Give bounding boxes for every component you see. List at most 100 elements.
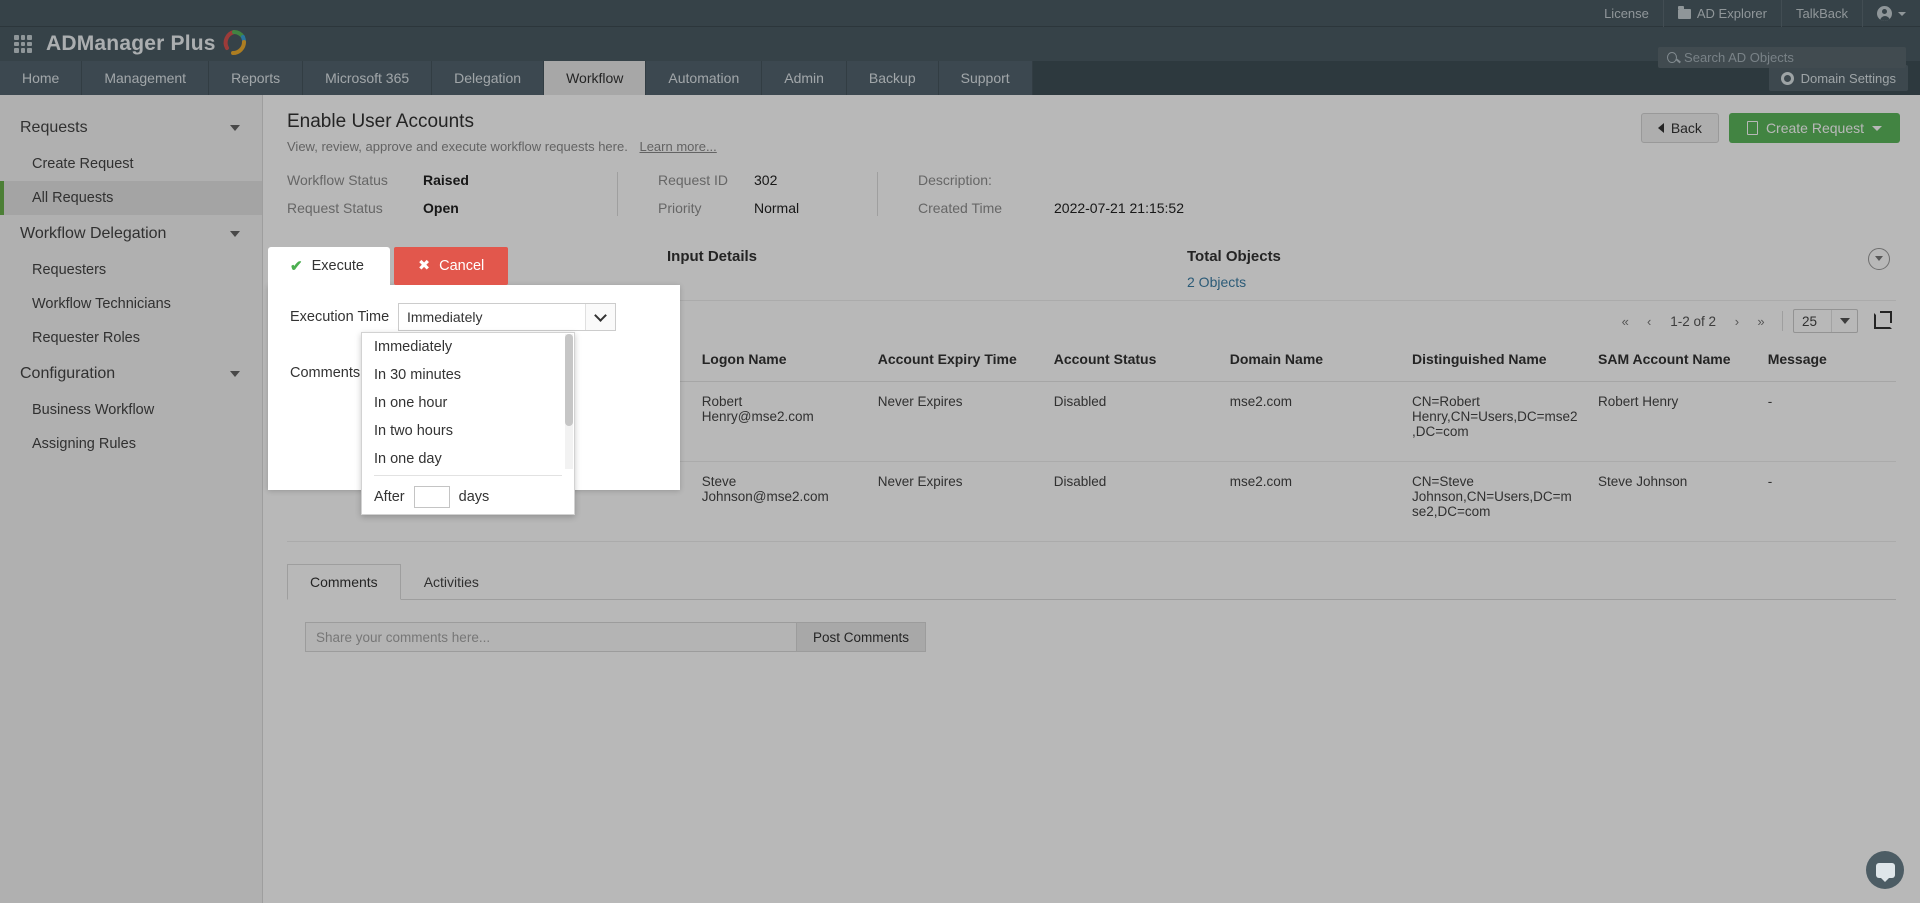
nav-label: Microsoft 365	[325, 70, 410, 86]
search-input[interactable]	[1684, 50, 1906, 65]
execute-dialog: ✔ Execute ✖ Cancel Execution Time Immedi…	[268, 247, 680, 515]
workflow-status-value: Raised	[423, 172, 469, 188]
sidebar-item-requester-roles[interactable]: Requester Roles	[0, 321, 262, 355]
sidebar-item-workflow-technicians[interactable]: Workflow Technicians	[0, 287, 262, 321]
after-days-input[interactable]	[413, 486, 450, 508]
column-account-status[interactable]: Account Status	[1043, 341, 1220, 382]
sidebar-group-label: Requests	[20, 119, 88, 136]
last-page-button[interactable]: »	[1750, 310, 1772, 332]
sidebar-item-label: Workflow Technicians	[32, 296, 171, 312]
sidebar-item-create-request[interactable]: Create Request	[0, 147, 262, 181]
export-icon[interactable]	[1874, 311, 1892, 329]
cell-sam-account-name: Steve Johnson	[1588, 461, 1758, 542]
post-comments-button[interactable]: Post Comments	[797, 622, 927, 652]
sidebar-item-business-workflow[interactable]: Business Workflow	[0, 393, 262, 427]
workflow-status-label: Workflow Status	[287, 172, 388, 188]
sidebar-group-configuration[interactable]: Configuration	[0, 355, 262, 393]
nav-tab-microsoft-365[interactable]: Microsoft 365	[303, 61, 433, 95]
prev-page-button[interactable]: ‹	[1638, 310, 1660, 332]
column-logon-name[interactable]: Logon Name	[691, 341, 868, 382]
nav-label: Home	[22, 70, 60, 86]
option-in-30-minutes[interactable]: In 30 minutes	[362, 361, 574, 389]
cancel-button[interactable]: ✖ Cancel	[393, 247, 509, 285]
document-add-icon	[1746, 121, 1758, 135]
priority-value: Normal	[754, 200, 800, 216]
ad-explorer-link[interactable]: AD Explorer	[1662, 0, 1781, 27]
chevron-down-icon	[230, 231, 240, 237]
days-label: days	[458, 489, 490, 505]
check-icon: ✔	[290, 257, 303, 275]
sidebar-item-label: Requester Roles	[32, 330, 140, 346]
dropdown-scrollbar-thumb[interactable]	[565, 334, 573, 426]
execution-time-select[interactable]: Immediately	[398, 303, 616, 331]
collapse-panel-icon[interactable]	[1868, 248, 1890, 270]
cell-logon-name: Steve Johnson@mse2.com	[691, 461, 868, 542]
learn-more-link[interactable]: Learn more...	[639, 139, 716, 154]
chat-support-button[interactable]	[1866, 851, 1904, 889]
sidebar-group-label: Configuration	[20, 365, 116, 382]
create-request-button[interactable]: Create Request	[1728, 113, 1900, 143]
nav-tab-home[interactable]: Home	[0, 61, 83, 95]
priority-row: Priority Normal	[658, 200, 837, 216]
chevron-down-icon	[1898, 11, 1906, 16]
sidebar-group-requests[interactable]: Requests	[0, 109, 262, 147]
domain-settings-button[interactable]: Domain Settings	[1768, 65, 1908, 91]
status-column-2: Request ID 302 Priority Normal	[617, 172, 877, 216]
license-link[interactable]: License	[1590, 0, 1663, 27]
talkback-link[interactable]: TalkBack	[1780, 0, 1862, 27]
workflow-status-row: Workflow Status Raised	[287, 172, 577, 188]
total-objects-label: Total Objects	[1187, 248, 1281, 265]
page-header: Enable User Accounts View, review, appro…	[263, 95, 1920, 164]
cell-message: -	[1757, 381, 1896, 462]
sidebar-item-assigning-rules[interactable]: Assigning Rules	[0, 427, 262, 461]
execute-dialog-body: Execution Time Immediately Immediately I…	[268, 285, 680, 515]
column-sam-account-name[interactable]: SAM Account Name	[1588, 341, 1758, 382]
option-in-one-day[interactable]: In one day	[362, 445, 574, 470]
option-in-one-hour[interactable]: In one hour	[362, 389, 574, 417]
nav-label: Workflow	[566, 70, 624, 86]
column-distinguished-name[interactable]: Distinguished Name	[1401, 341, 1588, 382]
execute-tab[interactable]: ✔ Execute	[268, 247, 390, 285]
created-time-label: Created Time	[918, 200, 1003, 216]
nav-tab-backup[interactable]: Backup	[846, 61, 939, 95]
tab-comments[interactable]: Comments	[287, 564, 401, 600]
app-grid-icon[interactable]	[14, 35, 32, 53]
next-page-button[interactable]: ›	[1726, 310, 1748, 332]
tab-activities[interactable]: Activities	[401, 564, 502, 600]
created-time-value: 2022-07-21 21:15:52	[1054, 200, 1184, 216]
nav-tab-support[interactable]: Support	[938, 61, 1033, 95]
sidebar-item-requesters[interactable]: Requesters	[0, 253, 262, 287]
sidebar-item-all-requests[interactable]: All Requests	[0, 181, 262, 215]
execution-time-row: Execution Time Immediately Immediately I…	[290, 303, 658, 515]
column-message[interactable]: Message	[1757, 341, 1896, 382]
top-utility-bar: License AD Explorer TalkBack	[0, 0, 1920, 27]
request-id-label: Request ID	[658, 172, 729, 188]
comment-input[interactable]	[305, 622, 797, 652]
after-days-row: After days	[362, 481, 574, 514]
nav-tab-workflow[interactable]: Workflow	[544, 61, 647, 95]
column-account-expiry-time[interactable]: Account Expiry Time	[867, 341, 1044, 382]
top-utility-actions: License AD Explorer TalkBack	[1590, 0, 1920, 27]
description-label: Description:	[918, 172, 992, 188]
back-button[interactable]: Back	[1640, 113, 1719, 143]
search-ad-objects-box[interactable]	[1658, 47, 1906, 68]
option-in-two-hours[interactable]: In two hours	[362, 417, 574, 445]
sidebar-item-label: Requesters	[32, 262, 107, 278]
cell-distinguished-name: CN=Robert Henry,CN=Users,DC=mse2,DC=com	[1401, 381, 1588, 462]
column-domain-name[interactable]: Domain Name	[1219, 341, 1402, 382]
total-objects-link[interactable]: 2 Objects	[1187, 274, 1281, 290]
nav-tab-admin[interactable]: Admin	[762, 61, 847, 95]
nav-tab-delegation[interactable]: Delegation	[432, 61, 545, 95]
cell-account-status: Disabled	[1043, 381, 1220, 462]
user-account-menu[interactable]	[1862, 0, 1920, 27]
chevron-down-icon	[1831, 310, 1857, 332]
divider	[374, 475, 562, 476]
page-size-select[interactable]: 25	[1792, 309, 1858, 333]
first-page-button[interactable]: «	[1614, 310, 1636, 332]
comments-section: Comments Activities Post Comments	[287, 564, 1896, 674]
sidebar-group-workflow-delegation[interactable]: Workflow Delegation	[0, 215, 262, 253]
nav-tab-reports[interactable]: Reports	[209, 61, 304, 95]
option-immediately[interactable]: Immediately	[362, 333, 574, 361]
nav-tab-automation[interactable]: Automation	[646, 61, 763, 95]
nav-tab-management[interactable]: Management	[82, 61, 210, 95]
